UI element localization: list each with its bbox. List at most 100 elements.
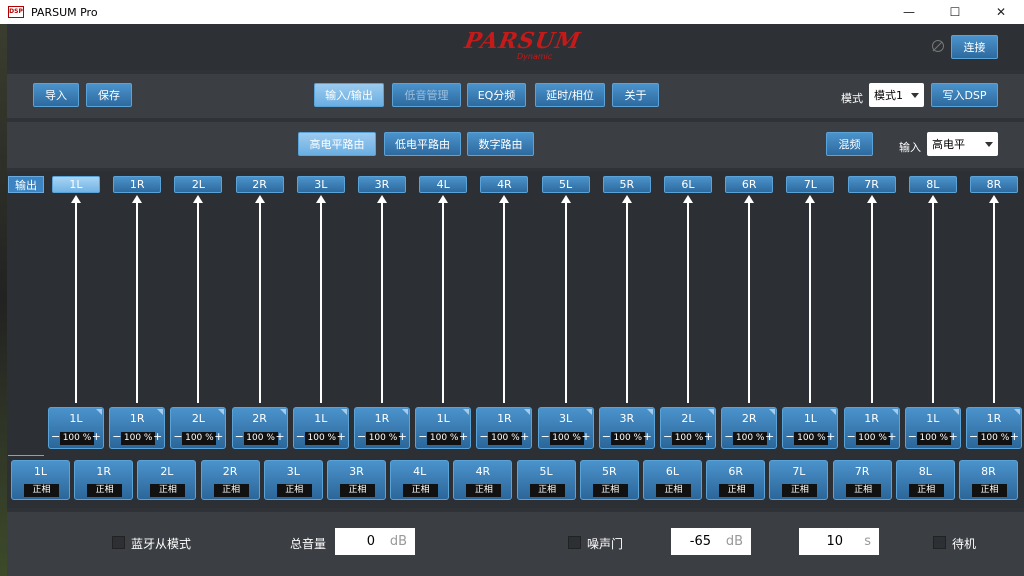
mixer-level-value[interactable]: 100 % bbox=[182, 432, 217, 445]
plus-button[interactable]: + bbox=[949, 430, 958, 443]
mixer-node[interactable]: 2R −100 % + bbox=[231, 407, 288, 449]
minus-button[interactable]: − bbox=[847, 430, 856, 443]
plus-button[interactable]: + bbox=[826, 430, 835, 443]
mixer-node[interactable]: 1R −100 % + bbox=[476, 407, 533, 449]
output-channel-8L[interactable]: 8L bbox=[908, 176, 957, 193]
mixer-node[interactable]: 1L −100 % + bbox=[48, 407, 104, 449]
input-channel-5R[interactable]: 5R 正相 bbox=[579, 460, 639, 500]
tab-about[interactable]: 关于 bbox=[612, 83, 659, 107]
input-channel-7R[interactable]: 7R 正相 bbox=[832, 460, 892, 500]
minus-button[interactable]: − bbox=[357, 430, 366, 443]
mixer-node[interactable]: 1R −100 % + bbox=[843, 407, 900, 449]
mixer-node[interactable]: 1R −100 % + bbox=[109, 407, 166, 449]
noise-gate-checkbox[interactable] bbox=[568, 536, 581, 549]
input-channel-2R[interactable]: 2R 正相 bbox=[200, 460, 260, 500]
plus-button[interactable]: + bbox=[765, 430, 774, 443]
phase-toggle[interactable]: 正相 bbox=[24, 484, 59, 497]
close-button[interactable]: ✕ bbox=[978, 0, 1024, 24]
output-channel-4R[interactable]: 4R bbox=[480, 176, 529, 193]
plus-button[interactable]: + bbox=[459, 430, 468, 443]
input-channel-1L[interactable]: 1L 正相 bbox=[11, 460, 70, 500]
output-channel-2R[interactable]: 2R bbox=[235, 176, 284, 193]
mixer-node[interactable]: 1R −100 % + bbox=[966, 407, 1022, 449]
noise-gate-time-field[interactable]: 10 s bbox=[799, 528, 879, 555]
plus-button[interactable]: + bbox=[581, 430, 590, 443]
input-channel-8L[interactable]: 8L 正相 bbox=[895, 460, 955, 500]
minus-button[interactable]: − bbox=[296, 430, 305, 443]
phase-toggle[interactable]: 正相 bbox=[276, 484, 312, 497]
input-channel-3R[interactable]: 3R 正相 bbox=[327, 460, 386, 500]
input-channel-7L[interactable]: 7L 正相 bbox=[769, 460, 829, 500]
phase-toggle[interactable]: 正相 bbox=[782, 484, 818, 497]
phase-toggle[interactable]: 正相 bbox=[213, 484, 249, 497]
minus-button[interactable]: − bbox=[112, 430, 121, 443]
save-button[interactable]: 保存 bbox=[86, 83, 132, 107]
input-channel-4L[interactable]: 4L 正相 bbox=[390, 460, 450, 500]
output-channel-6L[interactable]: 6L bbox=[664, 176, 712, 193]
mixer-node[interactable]: 1L −100 % + bbox=[782, 407, 839, 449]
plus-button[interactable]: + bbox=[1010, 430, 1019, 443]
phase-toggle[interactable]: 正相 bbox=[845, 484, 881, 497]
mixer-level-value[interactable]: 100 % bbox=[549, 432, 584, 445]
noise-gate-threshold-field[interactable]: -65 dB bbox=[671, 528, 751, 555]
mixer-level-value[interactable]: 100 % bbox=[855, 432, 890, 445]
minus-button[interactable]: − bbox=[969, 430, 978, 443]
output-channel-1L[interactable]: 1L bbox=[52, 176, 100, 193]
write-dsp-button[interactable]: 写入DSP bbox=[931, 83, 998, 107]
plus-button[interactable]: + bbox=[520, 430, 529, 443]
plus-button[interactable]: + bbox=[704, 430, 713, 443]
mixer-level-value[interactable]: 100 % bbox=[427, 432, 462, 445]
phase-toggle[interactable]: 正相 bbox=[656, 484, 691, 497]
input-channel-6L[interactable]: 6L 正相 bbox=[643, 460, 702, 500]
tab-high-level-routing[interactable]: 高电平路由 bbox=[298, 132, 376, 156]
output-channel-7R[interactable]: 7R bbox=[847, 176, 896, 193]
plus-button[interactable]: + bbox=[398, 430, 407, 443]
mixer-node[interactable]: 1L −100 % + bbox=[415, 407, 472, 449]
phase-toggle[interactable]: 正相 bbox=[340, 484, 375, 497]
tab-low-level-routing[interactable]: 低电平路由 bbox=[384, 132, 461, 156]
output-channel-3R[interactable]: 3R bbox=[358, 176, 406, 193]
mode-select[interactable]: 模式1 bbox=[869, 83, 924, 107]
phase-toggle[interactable]: 正相 bbox=[908, 484, 944, 497]
plus-button[interactable]: + bbox=[275, 430, 284, 443]
mixer-node[interactable]: 3R −100 % + bbox=[598, 407, 655, 449]
mixer-node[interactable]: 2L −100 % + bbox=[660, 407, 716, 449]
output-channel-5R[interactable]: 5R bbox=[602, 176, 651, 193]
mixer-node[interactable]: 1L −100 % + bbox=[292, 407, 349, 449]
input-channel-2L[interactable]: 2L 正相 bbox=[137, 460, 197, 500]
output-channel-6R[interactable]: 6R bbox=[725, 176, 774, 193]
mixer-level-value[interactable]: 100 % bbox=[610, 432, 645, 445]
mixer-level-value[interactable]: 100 % bbox=[366, 432, 400, 445]
minus-button[interactable]: − bbox=[235, 430, 244, 443]
minimize-button[interactable]: — bbox=[886, 0, 932, 24]
mixer-level-value[interactable]: 100 % bbox=[916, 432, 951, 445]
tab-digital-routing[interactable]: 数字路由 bbox=[467, 132, 534, 156]
maximize-button[interactable]: ☐ bbox=[932, 0, 978, 24]
minus-button[interactable]: − bbox=[541, 430, 550, 443]
tab-input-output[interactable]: 输入/输出 bbox=[314, 83, 384, 107]
mixer-node[interactable]: 3L −100 % + bbox=[537, 407, 594, 449]
mixer-level-value[interactable]: 100 % bbox=[243, 432, 278, 445]
output-channel-5L[interactable]: 5L bbox=[541, 176, 590, 193]
minus-button[interactable]: − bbox=[479, 430, 488, 443]
phase-toggle[interactable]: 正相 bbox=[403, 484, 439, 497]
input-channel-3L[interactable]: 3L 正相 bbox=[263, 460, 323, 500]
input-channel-5L[interactable]: 5L 正相 bbox=[516, 460, 576, 500]
mixer-level-value[interactable]: 100 % bbox=[488, 432, 523, 445]
output-channel-8R[interactable]: 8R bbox=[970, 176, 1018, 193]
minus-button[interactable]: − bbox=[51, 430, 60, 443]
tab-eq-crossover[interactable]: EQ分频 bbox=[467, 83, 526, 107]
phase-toggle[interactable]: 正相 bbox=[150, 484, 186, 497]
plus-button[interactable]: + bbox=[887, 430, 896, 443]
mixer-level-value[interactable]: 100 % bbox=[978, 432, 1012, 445]
minus-button[interactable]: − bbox=[663, 430, 672, 443]
tab-delay-phase[interactable]: 延时/相位 bbox=[535, 83, 605, 107]
bluetooth-slave-checkbox[interactable] bbox=[112, 536, 125, 549]
plus-button[interactable]: + bbox=[153, 430, 162, 443]
phase-toggle[interactable]: 正相 bbox=[466, 484, 502, 497]
standby-checkbox[interactable] bbox=[933, 536, 946, 549]
phase-toggle[interactable]: 正相 bbox=[592, 484, 628, 497]
phase-toggle[interactable]: 正相 bbox=[719, 484, 755, 497]
input-source-select[interactable]: 高电平 bbox=[927, 132, 998, 156]
mixer-level-value[interactable]: 100 % bbox=[304, 432, 339, 445]
